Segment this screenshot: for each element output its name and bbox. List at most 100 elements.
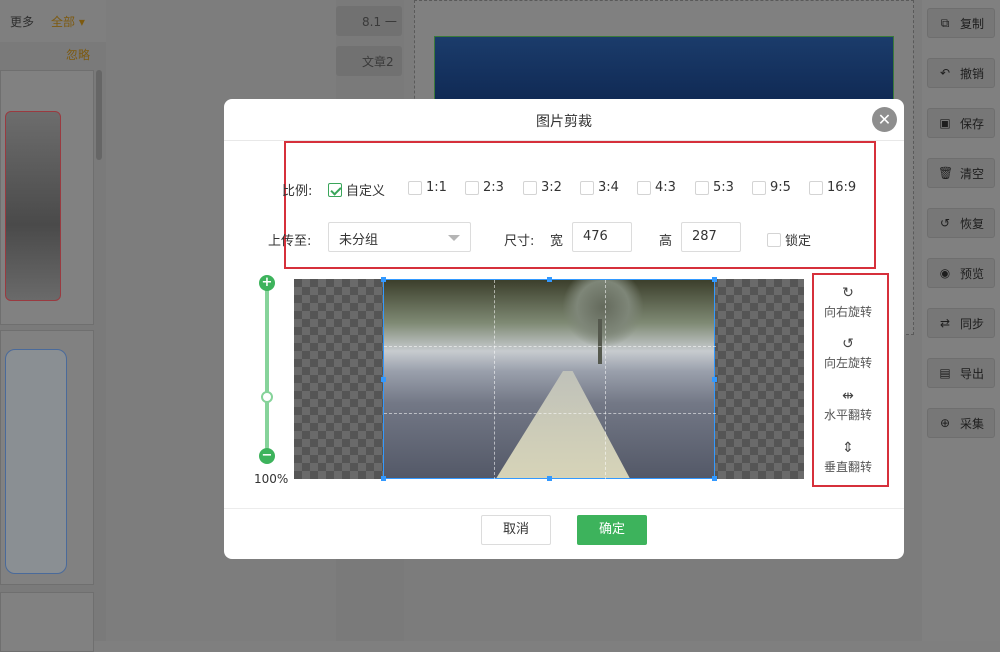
- ratio-option-2-3[interactable]: 2:3: [465, 180, 504, 195]
- upload-group-value: 未分组: [339, 233, 379, 248]
- ratio-option-label: 3:4: [598, 180, 619, 195]
- lock-checkbox[interactable]: 锁定: [767, 230, 811, 249]
- clear-button[interactable]: 🗑 清空: [927, 158, 995, 188]
- material-card[interactable]: [0, 592, 94, 652]
- flip-horizontal-button[interactable]: ⇹ 水平翻转: [814, 388, 882, 423]
- export-icon: ▤: [939, 366, 951, 380]
- ratio-option-custom[interactable]: 自定义: [328, 180, 385, 199]
- crop-dialog: 图片剪裁 ✕ 比例: 自定义 1:1 2:3 3:2 3:4 4:3 5:3 9…: [224, 99, 904, 559]
- ratio-option-3-4[interactable]: 3:4: [580, 180, 619, 195]
- upload-label: 上传至:: [268, 234, 312, 249]
- ratio-option-label: 1:1: [426, 180, 447, 195]
- zoom-out-icon[interactable]: −: [259, 448, 275, 464]
- ratio-option-label: 5:3: [713, 180, 734, 195]
- crop-handle-bottom-left[interactable]: [381, 476, 386, 481]
- cancel-button[interactable]: 取消: [481, 515, 551, 545]
- upload-group-select[interactable]: 未分组: [328, 222, 471, 252]
- zoom-slider-handle[interactable]: [261, 391, 273, 403]
- height-input[interactable]: 287: [681, 222, 741, 252]
- crop-box[interactable]: [381, 277, 717, 481]
- tool-label: 垂直翻转: [823, 460, 872, 474]
- undo-icon: ↶: [939, 66, 951, 80]
- ratio-option-1-1[interactable]: 1:1: [408, 180, 447, 195]
- collect-button[interactable]: ⊕ 采集: [927, 408, 995, 438]
- tool-label: 水平翻转: [823, 408, 872, 422]
- all-dropdown[interactable]: 全部 ▾: [51, 13, 85, 30]
- crop-guide-line: [384, 413, 716, 414]
- checkbox-icon: [809, 180, 823, 195]
- crop-guide-line: [494, 280, 495, 480]
- close-icon[interactable]: ✕: [872, 107, 897, 132]
- rotate-right-button[interactable]: ↻ 向右旋转: [814, 285, 882, 320]
- checkbox-icon: [637, 180, 651, 195]
- checkbox-icon: [767, 232, 781, 247]
- sync-label: 同步: [960, 316, 985, 331]
- save-button[interactable]: ▣ 保存: [927, 108, 995, 138]
- save-icon: ▣: [939, 116, 951, 130]
- more-link[interactable]: 更多: [10, 13, 34, 30]
- sync-icon: ⇄: [939, 316, 951, 330]
- preview-label: 预览: [960, 266, 985, 281]
- ratio-option-9-5[interactable]: 9:5: [752, 180, 791, 195]
- ratio-option-3-2[interactable]: 3:2: [523, 180, 562, 195]
- clear-label: 清空: [960, 166, 985, 181]
- flip-horizontal-icon: ⇹: [842, 388, 854, 404]
- height-label: 高: [659, 234, 673, 249]
- editor-image[interactable]: [434, 36, 894, 100]
- crop-guide-line: [605, 280, 606, 480]
- ignore-link[interactable]: 忽略: [66, 46, 90, 63]
- crop-handle-left[interactable]: [381, 377, 386, 382]
- copy-icon: ⧉: [940, 15, 950, 30]
- crop-handle-bottom[interactable]: [547, 476, 552, 481]
- width-input[interactable]: 476: [572, 222, 632, 252]
- search-plus-icon: ⊕: [939, 416, 951, 430]
- crop-handle-right[interactable]: [712, 377, 717, 382]
- export-button[interactable]: ▤ 导出: [927, 358, 995, 388]
- ratio-option-5-3[interactable]: 5:3: [695, 180, 734, 195]
- save-label: 保存: [960, 116, 985, 131]
- material-panel-header: 更多 全部 ▾: [0, 0, 106, 42]
- ratio-option-16-9[interactable]: 16:9: [809, 180, 856, 195]
- preview-button[interactable]: ◉ 预览: [927, 258, 995, 288]
- checkbox-checked-icon: [328, 182, 342, 197]
- tool-label: 向右旋转: [823, 305, 872, 319]
- rotate-left-icon: ↺: [842, 336, 854, 352]
- flip-vertical-icon: ⇕: [842, 440, 854, 456]
- checkbox-icon: [580, 180, 594, 195]
- copy-label: 复制: [960, 16, 985, 31]
- material-scrollbar[interactable]: [96, 70, 102, 160]
- material-card[interactable]: [0, 330, 94, 585]
- checkbox-icon: [408, 180, 422, 195]
- rotate-right-icon: ↻: [842, 285, 854, 301]
- rotate-left-button[interactable]: ↺ 向左旋转: [814, 336, 882, 371]
- tool-label: 向左旋转: [823, 356, 872, 370]
- copy-button[interactable]: ⧉ 复制: [927, 8, 995, 38]
- crop-handle-bottom-right[interactable]: [712, 476, 717, 481]
- right-toolbar: ⧉ 复制 ↶ 撤销 ▣ 保存 🗑 清空 ↺ 恢复 ◉ 预览 ⇄ 同步 ▤ 导出 ⊕ 采集: [922, 0, 1000, 641]
- article-thumb[interactable]: 8.1 一: [336, 6, 402, 36]
- eye-icon: ◉: [939, 266, 951, 280]
- sync-button[interactable]: ⇄ 同步: [927, 308, 995, 338]
- crop-canvas[interactable]: [294, 277, 804, 481]
- flip-vertical-button[interactable]: ⇕ 垂直翻转: [814, 440, 882, 475]
- restore-label: 恢复: [960, 216, 985, 231]
- zoom-in-icon[interactable]: +: [259, 275, 275, 291]
- crop-handle-top-right[interactable]: [712, 277, 717, 282]
- undo-button[interactable]: ↶ 撤销: [927, 58, 995, 88]
- crop-handle-top[interactable]: [547, 277, 552, 282]
- confirm-button[interactable]: 确定: [577, 515, 647, 545]
- checkbox-icon: [465, 180, 479, 195]
- zoom-slider[interactable]: [265, 289, 269, 449]
- checkbox-icon: [523, 180, 537, 195]
- material-card[interactable]: [0, 70, 94, 325]
- checkbox-icon: [752, 180, 766, 195]
- ratio-option-4-3[interactable]: 4:3: [637, 180, 676, 195]
- size-label: 尺寸:: [504, 234, 535, 249]
- ratio-option-label: 4:3: [655, 180, 676, 195]
- width-label: 宽: [550, 234, 564, 249]
- chevron-down-icon: [448, 235, 460, 241]
- crop-handle-top-left[interactable]: [381, 277, 386, 282]
- crop-guide-line: [384, 346, 716, 347]
- article-thumb[interactable]: 文章2: [336, 46, 402, 76]
- restore-button[interactable]: ↺ 恢复: [927, 208, 995, 238]
